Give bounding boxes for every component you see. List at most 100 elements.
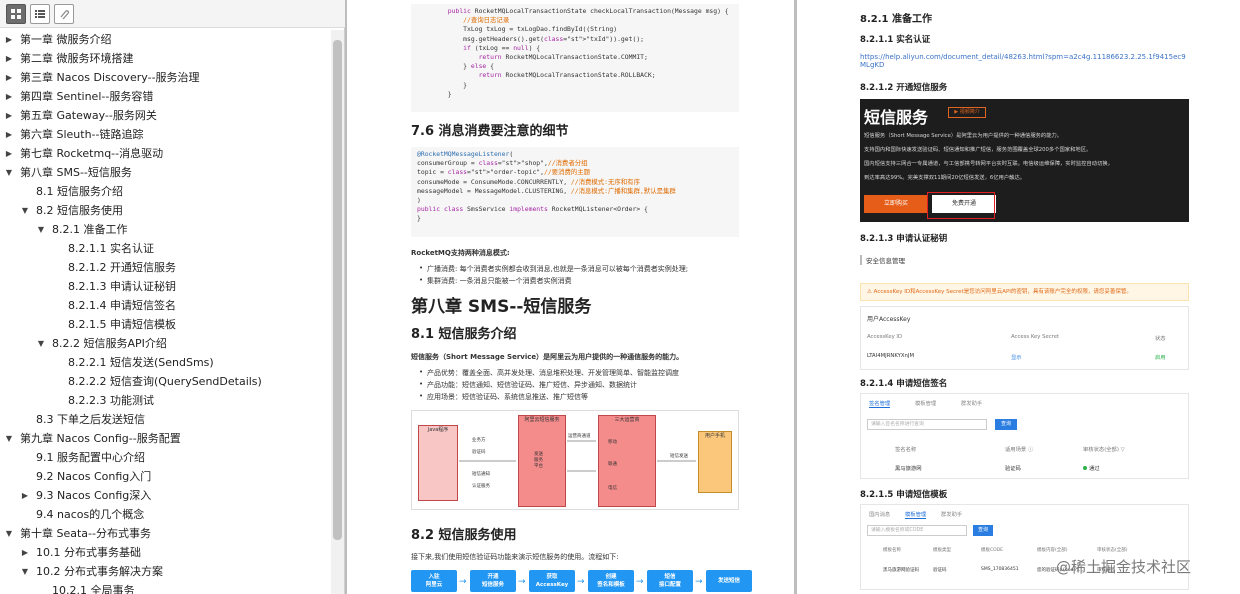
expand-arrow-icon[interactable]: ▶: [4, 144, 14, 163]
expand-arrow-icon[interactable]: ▶: [4, 30, 14, 49]
collapse-arrow-icon[interactable]: ▼: [20, 201, 30, 220]
template-search-button[interactable]: 查询: [973, 525, 993, 536]
flow-step: 开通 短信服务: [470, 570, 516, 592]
thumbnail-view-icon[interactable]: [6, 4, 26, 24]
toc-item[interactable]: ▶ 第七章 Rocketmq--消息驱动: [0, 144, 330, 163]
collapse-arrow-icon[interactable]: ▼: [4, 163, 14, 182]
table-of-contents: ▶ 第一章 微服务介绍 ▶ 第二章 微服务环境搭建 ▶ 第三章 Nacos Discove…: [0, 30, 330, 594]
expand-arrow-icon[interactable]: ▶: [4, 106, 14, 125]
sidebar-scrollbar-thumb[interactable]: [333, 40, 342, 540]
expand-arrow-icon[interactable]: ▶: [20, 486, 30, 505]
tab-domestic[interactable]: 国内消息: [869, 510, 890, 518]
toc-item-label: 第六章 Sleuth--链路追踪: [20, 128, 144, 141]
collapse-arrow-icon[interactable]: ▼: [4, 524, 14, 543]
tab-bulk[interactable]: 群发助手: [961, 399, 982, 407]
show-secret-link[interactable]: 显示: [1011, 353, 1022, 361]
toc-item[interactable]: ▶ 9.3 Nacos Config深入: [0, 486, 330, 505]
tab-bulk-assistant[interactable]: 群发助手: [941, 510, 962, 518]
sidebar-toolbar: [0, 0, 345, 28]
flow-arrow-icon: →: [577, 577, 585, 587]
expand-arrow-icon[interactable]: ▶: [20, 543, 30, 562]
toc-item[interactable]: ▶ 第三章 Nacos Discovery--服务治理: [0, 68, 330, 87]
toc-item[interactable]: ▶ 第一章 微服务介绍: [0, 30, 330, 49]
toc-item[interactable]: ▼ 8.2.1 准备工作: [0, 220, 330, 239]
code-line: TxLog txLog = txLogDao.findById((String): [417, 25, 618, 34]
toc-item[interactable]: ▶ 第四章 Sentinel--服务容错: [0, 87, 330, 106]
signature-search-input[interactable]: 请输入签名名称进行查询: [867, 419, 987, 430]
expand-arrow-icon[interactable]: ▶: [4, 49, 14, 68]
ak-header: 状态: [1155, 336, 1166, 342]
expand-arrow-icon[interactable]: ▶: [4, 125, 14, 144]
toc-item[interactable]: 8.1 短信服务介绍: [0, 182, 330, 201]
toc-item[interactable]: 8.2.1.2 开通短信服务: [0, 258, 330, 277]
heading-8-2-1: 8.2.1 准备工作: [860, 14, 932, 25]
tab-signature[interactable]: 签名管理: [869, 399, 891, 408]
toc-item[interactable]: ▼ 8.2.2 短信服务API介绍: [0, 334, 330, 353]
heading-8-2-1-5: 8.2.1.5 申请短信模板: [860, 490, 948, 500]
signature-search-button[interactable]: 查询: [995, 419, 1017, 430]
toc-item[interactable]: 8.2.1.3 申请认证秘钥: [0, 277, 330, 296]
toc-item[interactable]: ▼ 第十章 Seata--分布式事务: [0, 524, 330, 543]
heading-chapter-8: 第八章 SMS--短信服务: [411, 297, 592, 317]
toc-item-label: 第三章 Nacos Discovery--服务治理: [20, 71, 200, 84]
toc-item[interactable]: ▶ 第二章 微服务环境搭建: [0, 49, 330, 68]
code-line: //查询日志记录: [463, 16, 510, 25]
sms-point: 产品优势：覆盖全面、高并发处理、消息堆积处理、开发管理简单、智能监控调度: [419, 368, 679, 378]
toc-item[interactable]: ▶ 第五章 Gateway--服务网关: [0, 106, 330, 125]
toc-item-label: 第九章 Nacos Config--服务配置: [20, 432, 181, 445]
collapse-arrow-icon[interactable]: ▼: [36, 220, 46, 239]
flow-arrow-icon: →: [636, 577, 644, 587]
flow-arrow-icon: →: [459, 577, 467, 587]
sig-status-label: 通过: [1089, 466, 1100, 472]
toc-item[interactable]: 8.2.1.5 申请短信模板: [0, 315, 330, 334]
toc-item-label: 10.2.1 全局事务: [52, 584, 135, 594]
realname-link[interactable]: https://help.aliyun.com/document_detail/…: [860, 53, 1189, 69]
toc-item-label: 第八章 SMS--短信服务: [20, 166, 132, 179]
consume-mode-item: 集群消费: 一条消息只能被一个消费者实例消费: [419, 276, 572, 286]
tab-template[interactable]: 模板管理: [915, 399, 936, 407]
expand-arrow-icon[interactable]: ▶: [4, 87, 14, 106]
toc-item-label: 8.2.1.1 实名认证: [68, 242, 154, 255]
toc-item[interactable]: 9.1 服务配置中心介绍: [0, 448, 330, 467]
collapse-arrow-icon[interactable]: ▼: [36, 334, 46, 353]
toc-item[interactable]: 8.2.2.1 短信发送(SendSms): [0, 353, 330, 372]
toc-item[interactable]: ▼ 8.2 短信服务使用: [0, 201, 330, 220]
ak-header: Access Key Secret: [1011, 334, 1060, 340]
outline-view-icon[interactable]: [30, 4, 50, 24]
video-intro-badge[interactable]: ▶ 视频简介: [948, 107, 986, 118]
toc-item-label: 10.1 分布式事务基础: [36, 546, 141, 559]
flow-step: 入驻 阿里云: [411, 570, 457, 592]
toc-item[interactable]: 8.2.2.3 功能测试: [0, 391, 330, 410]
toc-item[interactable]: 8.2.2.2 短信查询(QuerySendDetails): [0, 372, 330, 391]
heading-8-2-1-3: 8.2.1.3 申请认证秘钥: [860, 234, 948, 244]
toc-item[interactable]: 9.4 nacos的几个概念: [0, 505, 330, 524]
toc-item[interactable]: 8.2.1.4 申请短信签名: [0, 296, 330, 315]
toc-item-label: 8.2.2 短信服务API介绍: [52, 337, 167, 350]
code-line: public class SmsService implements Rocke…: [417, 205, 648, 214]
heading-8-2-1-1: 8.2.1.1 实名认证: [860, 35, 931, 45]
toc-item[interactable]: ▼ 第八章 SMS--短信服务: [0, 163, 330, 182]
toc-item[interactable]: ▶ 第六章 Sleuth--链路追踪: [0, 125, 330, 144]
toc-item[interactable]: 9.2 Nacos Config入门: [0, 467, 330, 486]
tab-template-manage[interactable]: 模板管理: [905, 510, 927, 519]
attachments-icon[interactable]: [54, 4, 74, 24]
template-search-input[interactable]: 请输入模板名称或CODE: [867, 525, 967, 536]
toc-item[interactable]: ▼ 第九章 Nacos Config--服务配置: [0, 429, 330, 448]
signature-panel: 签名管理 模板管理 群发助手 请输入签名名称进行查询 查询 签名名称 适用场景 …: [860, 393, 1189, 479]
toc-item[interactable]: ▶ 10.1 分布式事务基础: [0, 543, 330, 562]
flow-step: 获取 AccessKey: [529, 570, 575, 592]
toc-item-label: 8.2.2.1 短信发送(SendSms): [68, 356, 214, 369]
watermark: @稀土掘金技术社区: [1056, 558, 1192, 576]
toc-item[interactable]: ▼ 10.2 分布式事务解决方案: [0, 562, 330, 581]
banner-line: 支持国内和国际快速发送验证码、短信通知和推广短信，服务范围覆盖全球200多个国家…: [864, 147, 1092, 153]
expand-arrow-icon[interactable]: ▶: [4, 68, 14, 87]
collapse-arrow-icon[interactable]: ▼: [20, 562, 30, 581]
toc-item[interactable]: 8.2.1.1 实名认证: [0, 239, 330, 258]
sidebar-scrollbar[interactable]: [331, 30, 344, 594]
toc-item[interactable]: 8.3 下单之后发送短信: [0, 410, 330, 429]
collapse-arrow-icon[interactable]: ▼: [4, 429, 14, 448]
toc-item[interactable]: 10.2.1 全局事务: [0, 581, 330, 594]
code-line: consumeMode = ConsumeMode.CONCURRENTLY, …: [417, 177, 640, 186]
template-panel: 国内消息 模板管理 群发助手 请输入模板名称或CODE 查询 模板名称 模板类型…: [860, 504, 1189, 590]
buy-now-button[interactable]: 立即购买: [864, 195, 928, 213]
